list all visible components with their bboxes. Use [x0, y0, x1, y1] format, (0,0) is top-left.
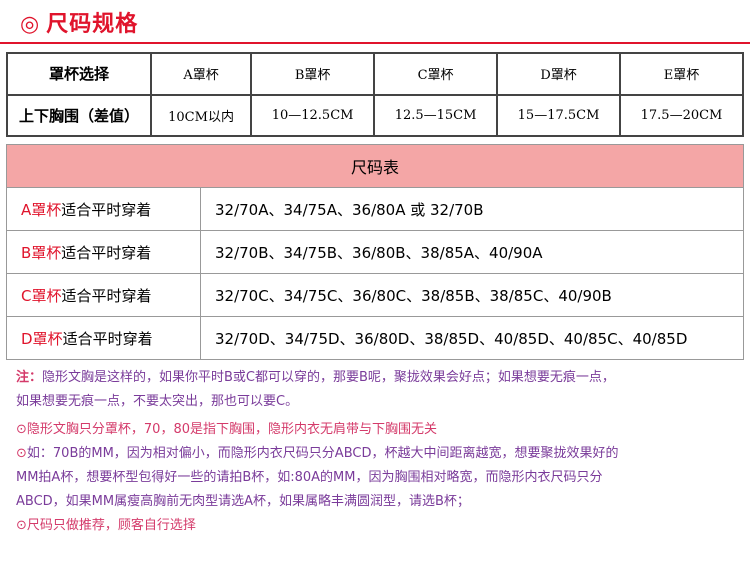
note-item: ⊙尺码只做推荐，顾客自行选择: [16, 514, 746, 538]
bullet-icon: ⊙: [16, 518, 27, 533]
size-row-cup: D罩杯适合平时穿着: [6, 316, 201, 360]
size-chart-table: 尺码表 A罩杯适合平时穿着 32/70A、34/75A、36/80A 或 32/…: [6, 144, 744, 360]
size-row-cup: A罩杯适合平时穿着: [6, 187, 201, 231]
circle-icon: ◎: [20, 12, 41, 37]
difference-cell: 10CM以内: [149, 93, 253, 137]
cup-cell: C罩杯: [373, 52, 499, 96]
size-row: B罩杯适合平时穿着 32/70B、34/75B、36/80B、38/85A、40…: [6, 230, 744, 274]
page-title-text: 尺码规格: [46, 12, 139, 37]
cup-name: A罩杯: [21, 200, 62, 219]
size-chart-title: 尺码表: [6, 144, 744, 188]
difference-row: 上下胸围（差值） 10CM以内 10—12.5CM 12.5—15CM 15—1…: [6, 93, 744, 137]
cup-usage: 适合平时穿着: [61, 200, 152, 219]
difference-cell: 17.5—20CM: [619, 93, 744, 137]
size-row-cup: B罩杯适合平时穿着: [6, 230, 201, 274]
note-item-continued: MM拍A杯，想要杯型包得好一些的请拍B杯，如:80A的MM，因为胸围相对略宽，而…: [16, 470, 603, 485]
page-title: ◎ 尺码规格: [20, 6, 138, 38]
cup-cell: A罩杯: [149, 52, 253, 96]
cup-name: D罩杯: [21, 329, 63, 348]
size-row-cup: C罩杯适合平时穿着: [6, 273, 201, 317]
note-item-text: 尺码只做推荐，顾客自行选择: [26, 518, 196, 533]
note-item: ⊙隐形文胸只分罩杯，70，80是指下胸围，隐形内衣无肩带与下胸围无关: [16, 418, 746, 442]
size-row-values: 32/70A、34/75A、36/80A 或 32/70B: [200, 187, 744, 231]
notes-section: 注：隐形文胸是这样的，如果你平时B或C都可以穿的，那要B呢，聚拢效果会好点；如果…: [16, 366, 746, 538]
cup-row: 罩杯选择 A罩杯 B罩杯 C罩杯 D罩杯 E罩杯: [6, 52, 744, 96]
difference-row-label: 上下胸围（差值）: [6, 93, 152, 137]
size-row-values: 32/70D、34/75D、36/80D、38/85D、40/85D、40/85…: [200, 316, 744, 360]
difference-cell: 12.5—15CM: [373, 93, 499, 137]
cup-name: B罩杯: [21, 243, 62, 262]
cup-usage: 适合平时穿着: [61, 243, 152, 262]
bullet-icon: ⊙: [16, 422, 27, 437]
header-divider: [0, 42, 750, 44]
cup-cell: D罩杯: [496, 52, 622, 96]
size-row-values: 32/70C、34/75C、36/80C、38/85B、38/85C、40/90…: [200, 273, 744, 317]
note-text: 隐形文胸是这样的，如果你平时B或C都可以穿的，那要B呢，聚拢效果会好点；如果想要…: [42, 370, 615, 385]
difference-cell: 15—17.5CM: [496, 93, 622, 137]
cup-usage: 适合平时穿着: [62, 329, 153, 348]
note-item-text: 隐形文胸只分罩杯，70，80是指下胸围，隐形内衣无肩带与下胸围无关: [26, 422, 437, 437]
note-line: 注：隐形文胸是这样的，如果你平时B或C都可以穿的，那要B呢，聚拢效果会好点；如果…: [16, 366, 746, 390]
difference-cell: 10—12.5CM: [250, 93, 376, 137]
cup-cell: E罩杯: [619, 52, 744, 96]
cup-name: C罩杯: [21, 286, 62, 305]
size-row: C罩杯适合平时穿着 32/70C、34/75C、36/80C、38/85B、38…: [6, 273, 744, 317]
cup-selection-table: 罩杯选择 A罩杯 B罩杯 C罩杯 D罩杯 E罩杯 上下胸围（差值） 10CM以内…: [6, 52, 744, 137]
size-row: D罩杯适合平时穿着 32/70D、34/75D、36/80D、38/85D、40…: [6, 316, 744, 360]
note-item: ⊙如：70B的MM，因为相对偏小，而隐形内衣尺码只分ABCD，杯越大中间距离越宽…: [16, 442, 746, 466]
cup-cell: B罩杯: [250, 52, 376, 96]
cup-row-label: 罩杯选择: [6, 52, 152, 96]
size-row: A罩杯适合平时穿着 32/70A、34/75A、36/80A 或 32/70B: [6, 187, 744, 231]
page-header: ◎ 尺码规格: [0, 0, 750, 48]
size-row-values: 32/70B、34/75B、36/80B、38/85A、40/90A: [200, 230, 744, 274]
note-label: 注：: [16, 370, 43, 385]
cup-usage: 适合平时穿着: [61, 286, 152, 305]
note-item-text: 如：70B的MM，因为相对偏小，而隐形内衣尺码只分ABCD，杯越大中间距离越宽，…: [26, 446, 619, 461]
bullet-icon: ⊙: [16, 446, 27, 461]
note-item-continued: ABCD，如果MM属瘦高胸前无肉型请选A杯，如果属略丰满圆润型，请选B杯；: [16, 494, 470, 509]
note-line: 如果想要无痕一点，不要太突出，那也可以要C。: [16, 394, 299, 409]
